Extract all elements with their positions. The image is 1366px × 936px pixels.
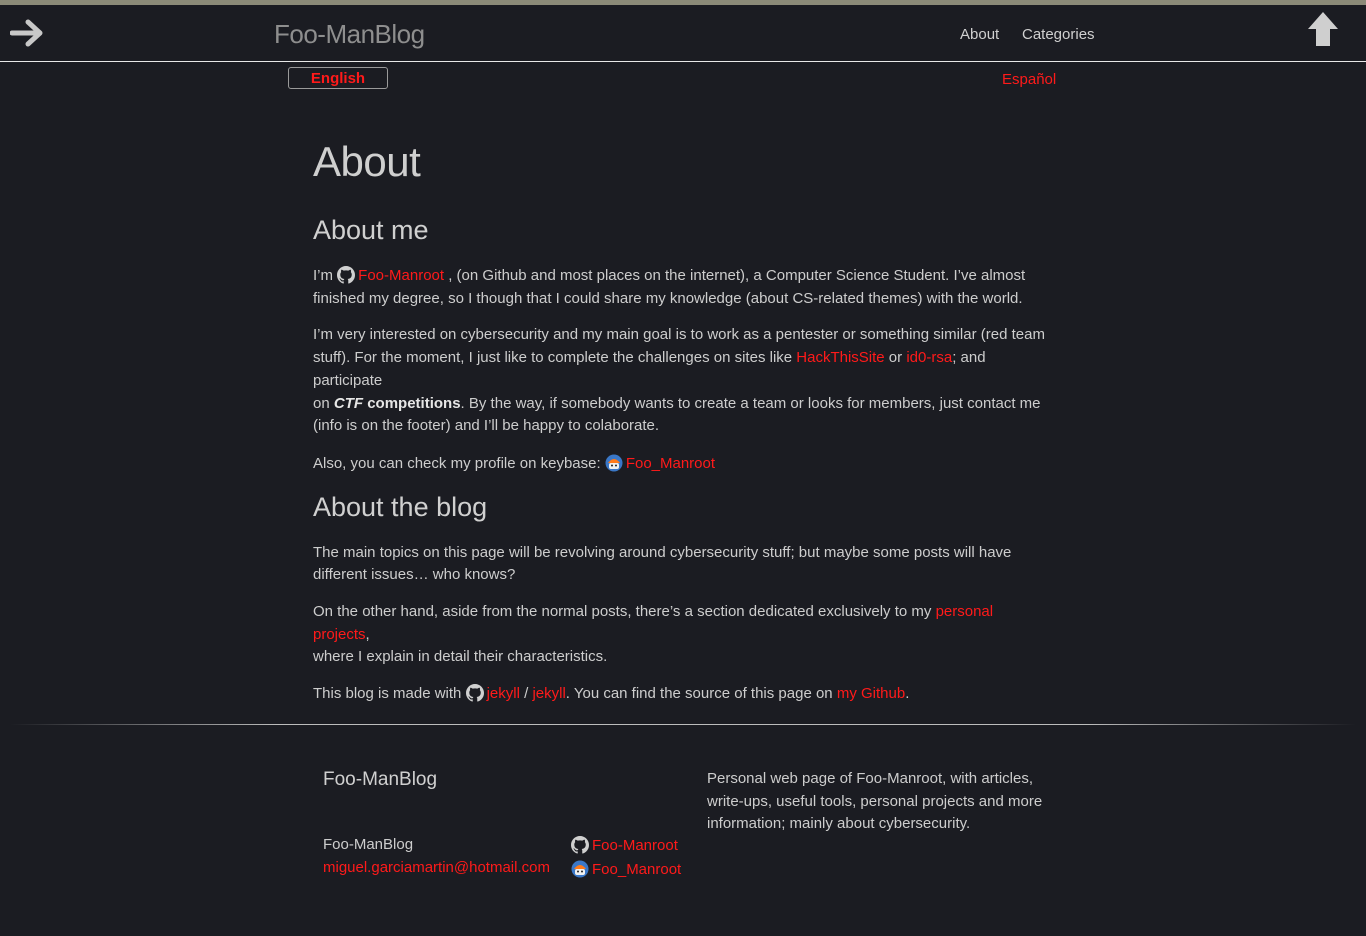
github-icon: [337, 266, 356, 284]
text: . You can find the source of this page o…: [565, 685, 837, 703]
keybase-profile-link[interactable]: Foo_Manroot: [626, 455, 715, 472]
id0-rsa-link[interactable]: id0-rsa: [906, 349, 952, 366]
jekyll-org-link[interactable]: jekyll: [487, 685, 520, 702]
text: .: [905, 685, 910, 703]
language-english-button[interactable]: English: [288, 67, 388, 89]
competitions-emphasis: competitions: [363, 394, 461, 412]
footer-github-link[interactable]: Foo-Manroot: [592, 837, 678, 854]
text: This blog is made with: [313, 685, 466, 703]
about-blog-heading: About the blog: [313, 491, 488, 522]
footer-keybase-link[interactable]: Foo_Manroot: [592, 861, 681, 878]
main-content: About About me I’m Foo-Manroot , (on Git…: [313, 138, 1053, 706]
footer-description: Personal web page of Foo-Manroot, with a…: [707, 770, 1043, 833]
hackthissite-link[interactable]: HackThisSite: [796, 349, 884, 366]
text: /: [519, 685, 533, 703]
keybase-icon: [605, 454, 623, 472]
jekyll-repo-link[interactable]: jekyll: [532, 685, 565, 702]
text: on: [313, 394, 334, 412]
text: . By the way, if somebody wants to creat…: [460, 394, 1041, 412]
text: I’m: [313, 267, 338, 284]
language-spanish-link[interactable]: Español: [1002, 71, 1056, 88]
text: , (on Github and most places on the inte…: [444, 267, 1026, 284]
about-me-heading: About me: [313, 215, 429, 245]
text: stuff). For the moment, I just like to c…: [313, 349, 797, 367]
text: The main topics on this page will be rev…: [313, 543, 1012, 561]
github-icon: [465, 684, 484, 702]
nav-categories[interactable]: Categories: [1022, 26, 1095, 43]
footer-name: Foo-ManBlog: [323, 836, 414, 853]
text: where I explain in detail their characte…: [313, 648, 608, 666]
text: finished my degree, so I though that I c…: [313, 289, 1023, 307]
footer-email-link[interactable]: miguel.garciamartin@hotmail.com: [323, 859, 550, 876]
text: or: [884, 349, 907, 367]
text: different issues… who knows?: [313, 566, 516, 584]
my-github-link[interactable]: my Github: [837, 685, 905, 702]
keybase-icon: [571, 860, 589, 878]
about-blog-paragraph-1: The main topics on this page will be rev…: [313, 542, 1053, 587]
text: I’m very interested on cybersecurity and…: [313, 326, 1045, 344]
text: ,: [365, 625, 370, 643]
footer-divider: [10, 724, 1356, 725]
page-title: About: [313, 138, 421, 185]
text: On the other hand, aside from the normal…: [313, 603, 936, 621]
nav-about[interactable]: About: [960, 26, 999, 43]
github-profile-link[interactable]: Foo-Manroot: [358, 267, 444, 284]
site-title[interactable]: Foo-ManBlog: [274, 19, 425, 50]
github-icon: [571, 836, 589, 854]
about-blog-paragraph-2: On the other hand, aside from the normal…: [313, 601, 1053, 669]
arrow-right-icon[interactable]: [10, 18, 46, 48]
about-me-paragraph-1: I’m Foo-Manroot , (on Github and most pl…: [313, 265, 1053, 310]
about-blog-paragraph-3: This blog is made with jekyll / jekyll. …: [313, 683, 1053, 706]
footer-github: Foo-Manroot: [571, 836, 678, 854]
footer-title: Foo-ManBlog: [323, 769, 438, 790]
text: (info is on the footer) and I’ll be happ…: [313, 417, 660, 435]
arrow-up-icon[interactable]: [1306, 11, 1340, 47]
about-me-paragraph-2: I’m very interested on cybersecurity and…: [313, 324, 1053, 438]
text: Also, you can check my profile on keybas…: [313, 454, 605, 472]
about-me-paragraph-3: Also, you can check my profile on keybas…: [313, 453, 1053, 476]
footer-keybase: Foo_Manroot: [571, 860, 681, 878]
ctf-emphasis: CTF: [333, 394, 364, 412]
site-header: Foo-ManBlog About Categories: [0, 5, 1366, 62]
